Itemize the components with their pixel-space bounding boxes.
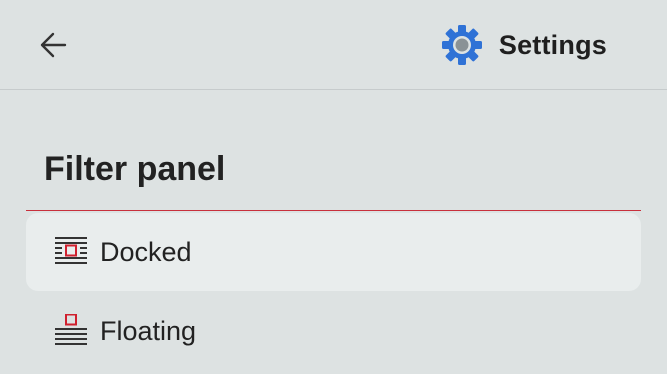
settings-heading: Settings	[441, 22, 607, 68]
back-button[interactable]	[24, 22, 84, 68]
gear-icon	[441, 25, 482, 65]
settings-title: Settings	[498, 29, 607, 60]
docked-panel-icon	[55, 237, 87, 264]
option-floating[interactable]: Floating	[26, 292, 641, 370]
section-divider	[26, 210, 641, 211]
section-title: Filter panel	[44, 150, 226, 188]
option-docked[interactable]: Docked	[26, 213, 641, 291]
arrow-left-icon	[40, 32, 67, 58]
option-docked-label: Docked	[100, 236, 192, 267]
option-floating-label: Floating	[100, 315, 197, 346]
floating-panel-icon	[55, 314, 87, 345]
top-bar: Settings	[0, 0, 667, 90]
